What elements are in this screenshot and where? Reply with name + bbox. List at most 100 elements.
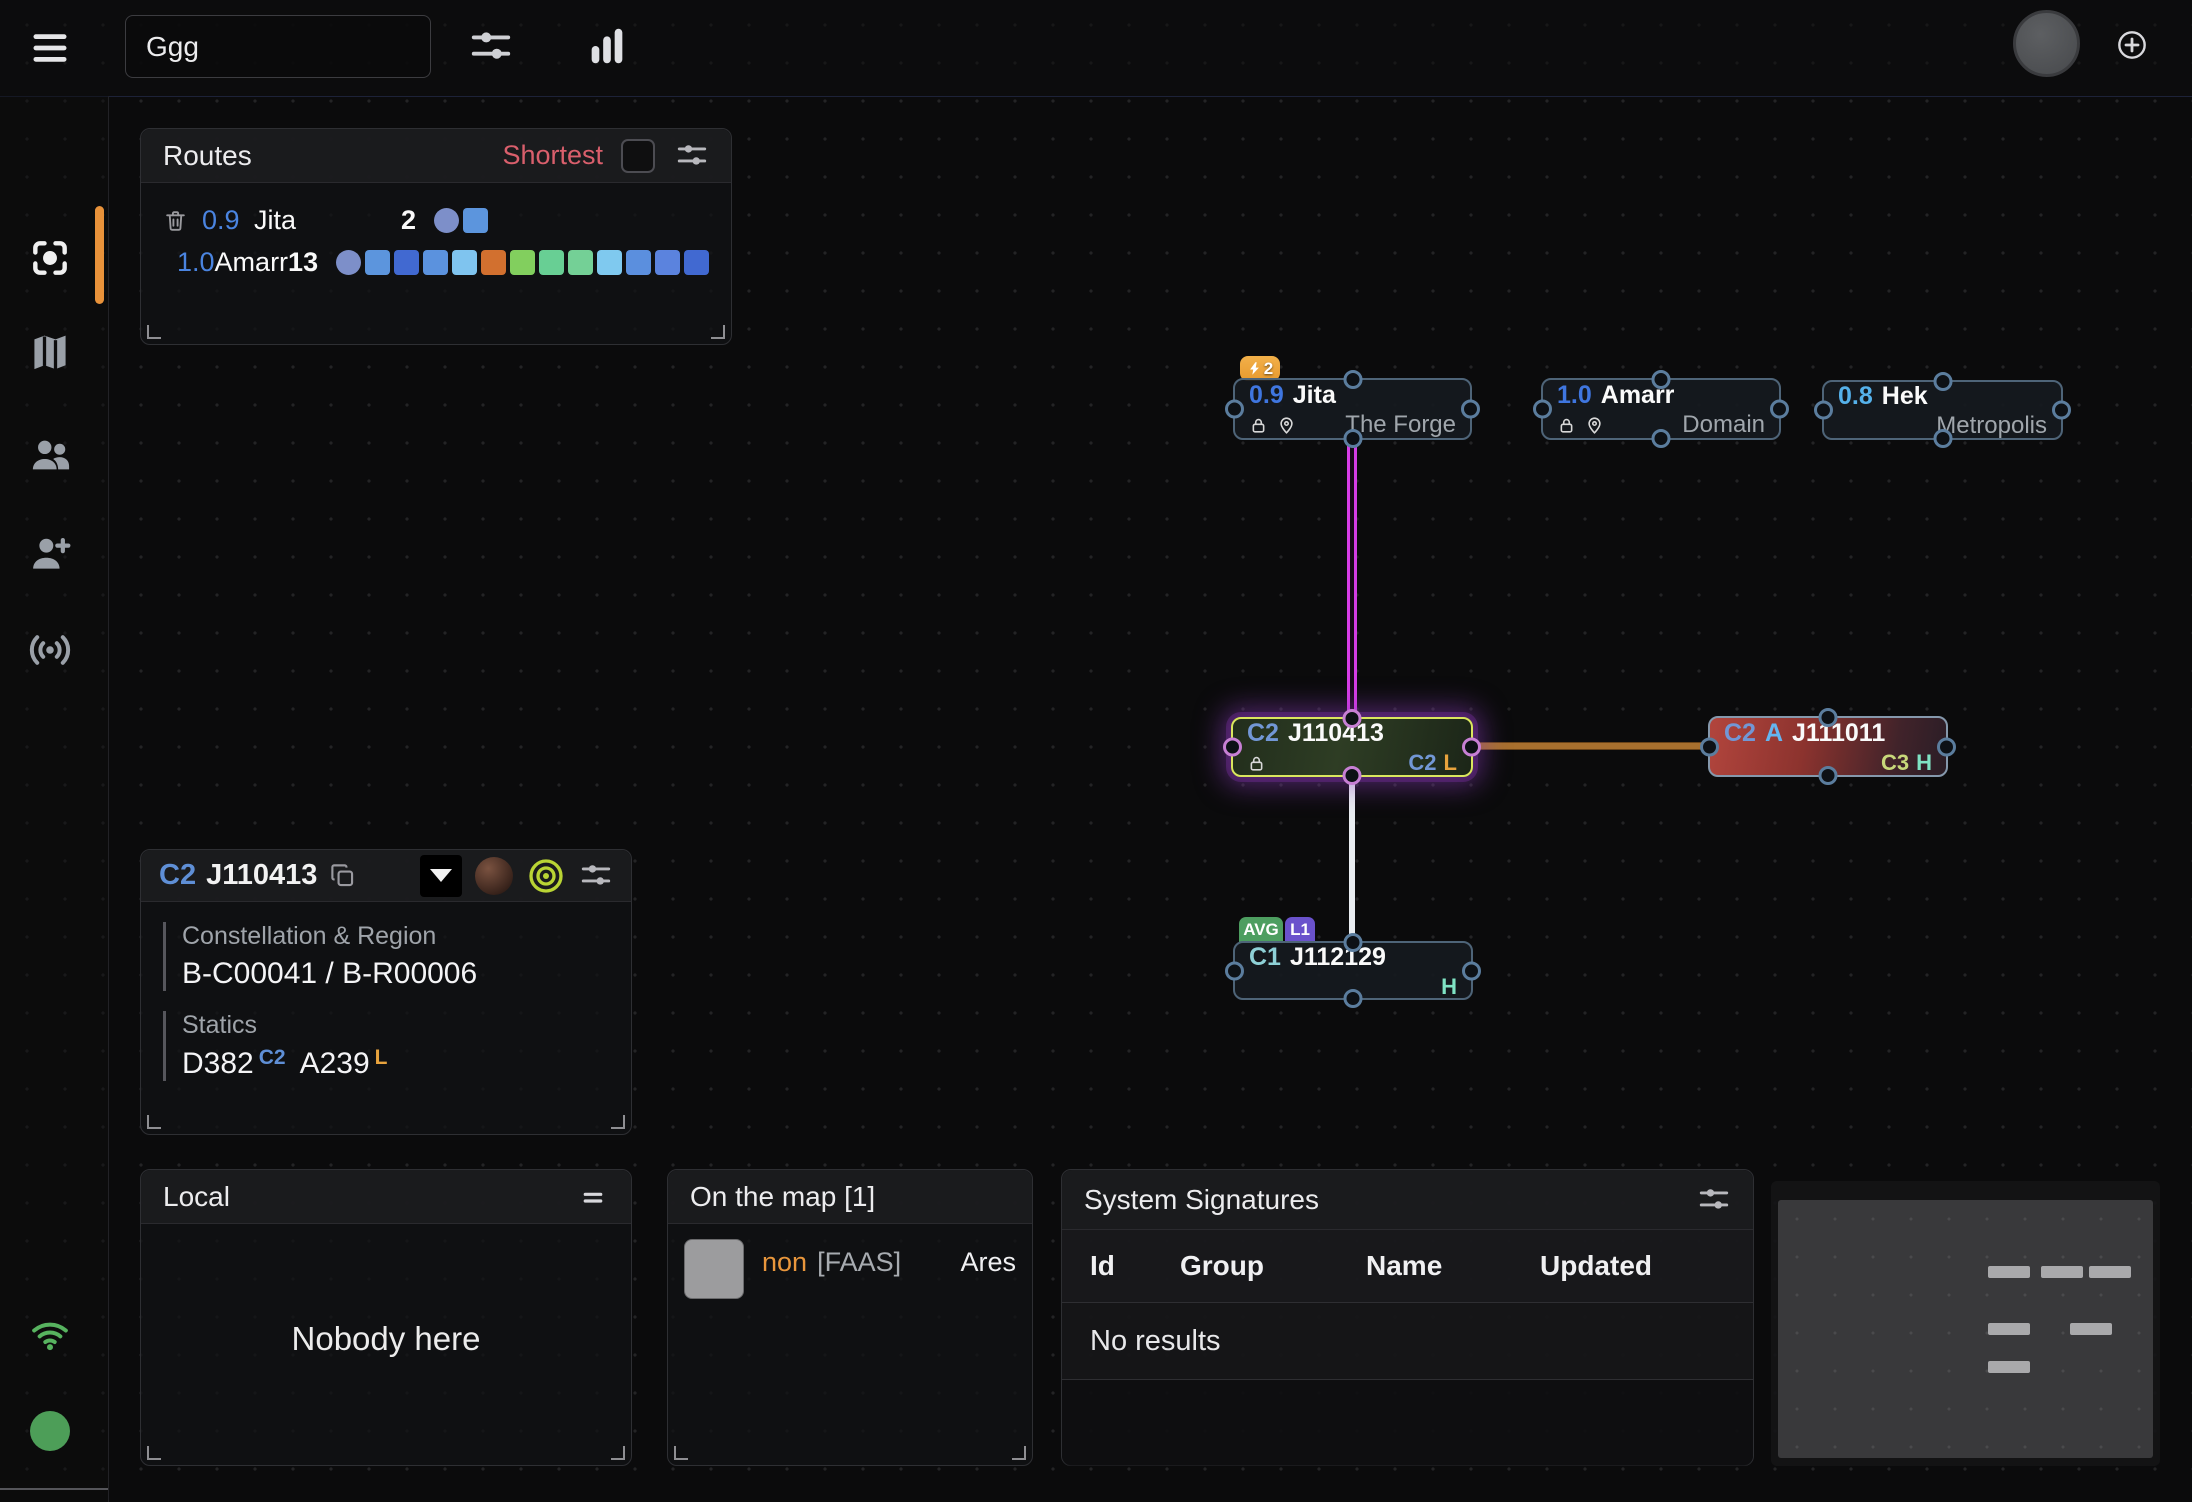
connection-endpoint[interactable] bbox=[1343, 429, 1362, 448]
connection-endpoint[interactable] bbox=[1343, 766, 1362, 785]
route-jump-count: 2 bbox=[372, 205, 416, 236]
connection-endpoint[interactable] bbox=[1344, 933, 1363, 952]
local-options-icon[interactable] bbox=[577, 1181, 609, 1213]
user-avatar[interactable] bbox=[2013, 10, 2080, 77]
activity-chart-icon[interactable] bbox=[584, 23, 630, 69]
routes-title: Routes bbox=[163, 140, 252, 172]
statics-value: D382C2A239L bbox=[182, 1046, 631, 1081]
system-name: J110413 bbox=[206, 859, 317, 892]
resize-handle[interactable] bbox=[147, 325, 161, 339]
route-security: 0.9 bbox=[202, 205, 254, 236]
system-signatures-panel: System Signatures Id Group Name Updated … bbox=[1061, 1169, 1754, 1466]
system-info-tools bbox=[420, 855, 613, 897]
connection-home-c1[interactable] bbox=[1349, 776, 1355, 942]
delete-route-trash-icon[interactable] bbox=[163, 208, 188, 233]
pilot-name: non bbox=[762, 1247, 807, 1278]
pilot-row[interactable]: non [FAAS] Ares bbox=[668, 1224, 1032, 1299]
connection-endpoint[interactable] bbox=[1223, 738, 1242, 757]
copy-icon[interactable] bbox=[329, 862, 356, 889]
hek-name: Hek bbox=[1882, 382, 1928, 411]
connection-endpoint[interactable] bbox=[1461, 400, 1480, 419]
resize-handle[interactable] bbox=[147, 1115, 161, 1129]
system-settings-sliders-icon[interactable] bbox=[579, 859, 613, 893]
connection-endpoint[interactable] bbox=[1343, 370, 1362, 389]
map-node-j111011[interactable]: C2AJ111011 C3H bbox=[1708, 716, 1948, 777]
route-security: 1.0 bbox=[177, 247, 215, 278]
signatures-footer bbox=[1062, 1380, 1753, 1466]
routes-list: 0.9 Jita 2 1.0 Amarr 13 bbox=[141, 183, 731, 283]
connection-endpoint[interactable] bbox=[1770, 400, 1789, 419]
resize-handle[interactable] bbox=[674, 1446, 688, 1460]
resize-handle[interactable] bbox=[611, 1115, 625, 1129]
routes-settings-sliders-icon[interactable] bbox=[675, 139, 709, 173]
pilot-corp-ticker: [FAAS] bbox=[817, 1247, 901, 1278]
map-settings-sliders-icon[interactable] bbox=[468, 24, 514, 70]
local-panel: Local Nobody here bbox=[140, 1169, 632, 1466]
map-node-home-j110413[interactable]: C2J110413 C2L bbox=[1231, 717, 1473, 777]
connection-jita-home[interactable] bbox=[1347, 441, 1357, 718]
route-row-jita[interactable]: 0.9 Jita 2 bbox=[141, 199, 731, 241]
planet-thumbnail[interactable] bbox=[475, 857, 513, 895]
top-bar: Ggg bbox=[0, 0, 2192, 97]
sidebar bbox=[0, 96, 109, 1502]
connection-endpoint[interactable] bbox=[1343, 709, 1362, 728]
connection-endpoint[interactable] bbox=[1462, 961, 1481, 980]
route-hop bbox=[423, 250, 448, 275]
connection-endpoint[interactable] bbox=[1225, 961, 1244, 980]
static-code: A239 bbox=[300, 1047, 370, 1080]
route-row-amarr[interactable]: 1.0 Amarr 13 bbox=[141, 241, 731, 283]
connection-endpoint[interactable] bbox=[1933, 372, 1952, 391]
connection-endpoint[interactable] bbox=[1814, 401, 1833, 420]
lock-icon bbox=[1247, 754, 1266, 773]
connection-endpoint[interactable] bbox=[1652, 429, 1671, 448]
connection-endpoint[interactable] bbox=[1937, 737, 1956, 756]
menu-icon[interactable] bbox=[27, 26, 73, 70]
scan-target-icon[interactable] bbox=[526, 856, 566, 896]
resize-handle[interactable] bbox=[711, 325, 725, 339]
connection-endpoint[interactable] bbox=[1700, 737, 1719, 756]
connection-endpoint[interactable] bbox=[1533, 400, 1552, 419]
connection-endpoint[interactable] bbox=[1819, 766, 1838, 785]
route-hop bbox=[597, 250, 622, 275]
connection-endpoint[interactable] bbox=[1225, 400, 1244, 419]
routes-panel-header[interactable]: Routes Shortest bbox=[141, 129, 731, 183]
minimap-panel[interactable] bbox=[1771, 1181, 2160, 1466]
local-body: Nobody here bbox=[141, 1224, 631, 1454]
connection-endpoint[interactable] bbox=[1933, 429, 1952, 448]
add-button[interactable] bbox=[2116, 29, 2148, 61]
col-group: Group bbox=[1180, 1250, 1366, 1282]
connection-endpoint[interactable] bbox=[2052, 401, 2071, 420]
local-header: Local bbox=[141, 1170, 631, 1224]
map-node-amarr[interactable]: 1.0Amarr Domain bbox=[1541, 378, 1781, 440]
wormhole-mapper-app: Ggg 2 AVG L1 0.9Jita The Forge bbox=[0, 0, 2192, 1502]
resize-handle[interactable] bbox=[611, 1446, 625, 1460]
col-name: Name bbox=[1366, 1250, 1540, 1282]
constellation-value: B-C00041 / B-R00006 bbox=[182, 957, 631, 991]
connection-endpoint[interactable] bbox=[1819, 708, 1838, 727]
on-the-map-title: On the map [1] bbox=[690, 1181, 875, 1213]
col-id: Id bbox=[1090, 1250, 1180, 1282]
map-node-j112129[interactable]: C1J112129 H bbox=[1233, 941, 1473, 1000]
connection-endpoint[interactable] bbox=[1462, 738, 1481, 757]
minimap-viewport[interactable] bbox=[1778, 1200, 2153, 1458]
bolt-icon bbox=[1247, 361, 1262, 376]
map-node-jita[interactable]: 0.9Jita The Forge bbox=[1233, 378, 1472, 440]
broadcast-icon[interactable] bbox=[26, 626, 326, 776]
on-the-map-header: On the map [1] bbox=[668, 1170, 1032, 1224]
c1-sec-tag: H bbox=[1441, 974, 1457, 1000]
connection-home-frig[interactable] bbox=[1472, 742, 1709, 750]
statics-label: Statics bbox=[182, 1011, 631, 1040]
map-node-hek[interactable]: 0.8Hek Metropolis bbox=[1822, 380, 2063, 440]
connection-endpoint[interactable] bbox=[1344, 989, 1363, 1008]
signatures-settings-sliders-icon[interactable] bbox=[1697, 1183, 1731, 1217]
shortest-checkbox[interactable] bbox=[621, 139, 655, 173]
signatures-empty-row: No results bbox=[1062, 1303, 1753, 1380]
filter-funnel-button[interactable] bbox=[420, 855, 462, 897]
connection-endpoint[interactable] bbox=[1652, 370, 1671, 389]
resize-handle[interactable] bbox=[1012, 1446, 1026, 1460]
pilot-portrait bbox=[684, 1239, 744, 1299]
map-name-select[interactable]: Ggg bbox=[125, 15, 431, 78]
constellation-section: Constellation & Region B-C00041 / B-R000… bbox=[163, 922, 631, 991]
hek-security: 0.8 bbox=[1838, 382, 1873, 411]
resize-handle[interactable] bbox=[147, 1446, 161, 1460]
